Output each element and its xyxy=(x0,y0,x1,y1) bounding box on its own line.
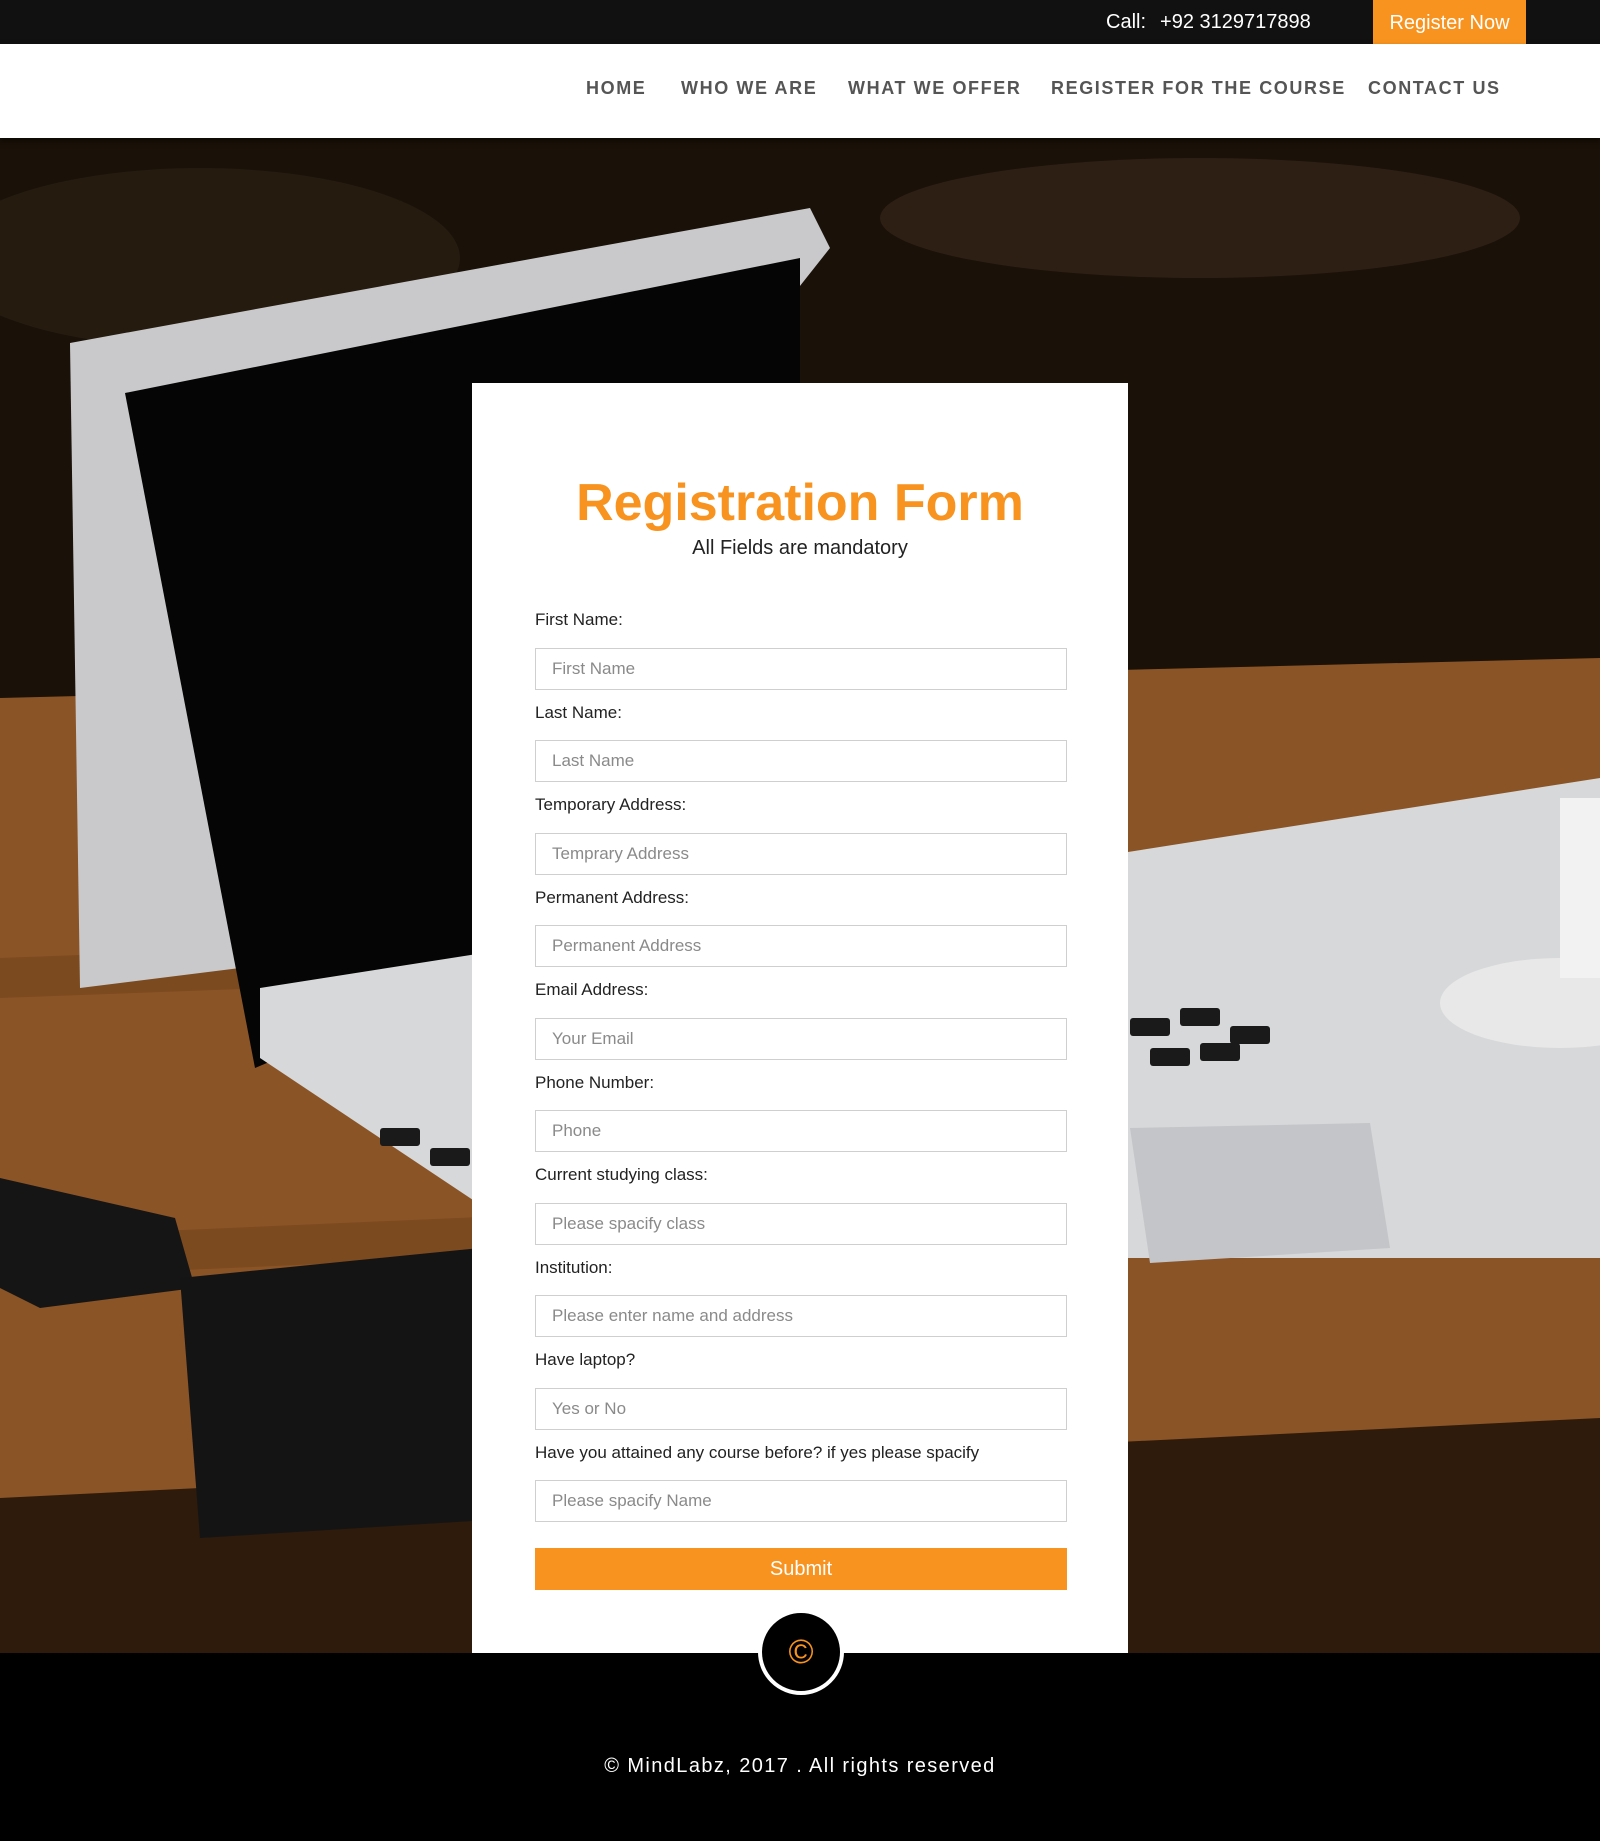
phone-number-label: Phone Number: xyxy=(535,1073,655,1092)
form-subtitle: All Fields are mandatory xyxy=(692,537,908,559)
form-title: Registration Form xyxy=(576,474,1024,532)
temporary-address-label: Temporary Address: xyxy=(535,795,687,814)
email-input[interactable] xyxy=(535,1018,1067,1060)
permanent-address-label: Permanent Address: xyxy=(535,888,690,907)
nav-item-contact-us[interactable]: CONTACT US xyxy=(1368,78,1501,99)
submit-button[interactable]: Submit xyxy=(535,1548,1067,1590)
email-address-label: Email Address: xyxy=(535,980,649,999)
institution-input[interactable] xyxy=(535,1295,1067,1337)
call-label: Call: xyxy=(1106,11,1147,33)
have-laptop-input[interactable] xyxy=(535,1388,1067,1430)
last-name-label: Last Name: xyxy=(535,703,622,722)
first-name-label: First Name: xyxy=(535,610,623,629)
first-name-input[interactable] xyxy=(535,648,1067,690)
register-now-button[interactable]: Register Now xyxy=(1373,0,1526,44)
studying-class-input[interactable] xyxy=(535,1203,1067,1245)
top-bar: Call: +92 3129717898 Register Now xyxy=(0,0,1600,44)
nav-item-who-we-are[interactable]: WHO WE ARE xyxy=(681,78,817,99)
studying-class-label: Current studying class: xyxy=(535,1165,708,1184)
permanent-address-input[interactable] xyxy=(535,925,1067,967)
hero-background: Registration Form All Fields are mandato… xyxy=(0,138,1600,1653)
main-nav: HOME WHO WE ARE WHAT WE OFFER REGISTER F… xyxy=(0,44,1600,138)
previous-course-label: Have you attained any course before? if … xyxy=(535,1443,980,1462)
have-laptop-label: Have laptop? xyxy=(535,1350,636,1369)
nav-item-home[interactable]: HOME xyxy=(586,78,646,99)
last-name-input[interactable] xyxy=(535,740,1067,782)
nav-item-register-for-course[interactable]: REGISTER FOR THE COURSE xyxy=(1051,78,1346,99)
phone-number[interactable]: +92 3129717898 xyxy=(1160,11,1311,33)
copyright-icon: © xyxy=(758,1609,844,1695)
copyright-symbol: © xyxy=(788,1633,814,1671)
temporary-address-input[interactable] xyxy=(535,833,1067,875)
footer-copyright-text: © MindLabz, 2017 . All rights reserved xyxy=(604,1755,996,1777)
registration-form-card: Registration Form All Fields are mandato… xyxy=(472,383,1128,1653)
institution-label: Institution: xyxy=(535,1258,613,1277)
phone-input[interactable] xyxy=(535,1110,1067,1152)
call-info: Call: +92 3129717898 xyxy=(1106,11,1311,34)
previous-course-input[interactable] xyxy=(535,1480,1067,1522)
nav-item-what-we-offer[interactable]: WHAT WE OFFER xyxy=(848,78,1021,99)
